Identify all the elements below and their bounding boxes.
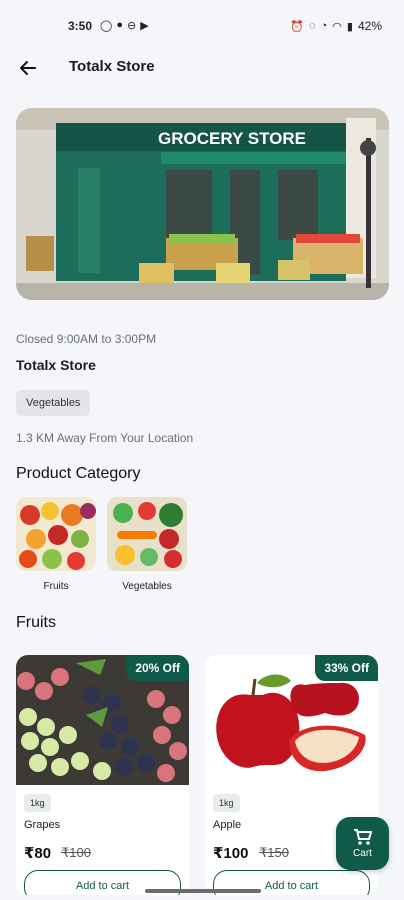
category-label-fruits: Fruits bbox=[43, 581, 69, 592]
youtube-icon: ▶ bbox=[140, 20, 149, 32]
status-time: 3:50 bbox=[68, 19, 93, 33]
volte-icon: ◔ bbox=[320, 20, 328, 32]
battery-level: 42% bbox=[357, 19, 382, 33]
sync-icon: ⊖ bbox=[126, 20, 137, 32]
status-bar: 3:50 ◯ ● ⊖ ▶ ⏰ ◌ ◔ ◠ ▮ 42% bbox=[0, 0, 404, 50]
category-vegetables[interactable]: Vegetables bbox=[107, 497, 187, 592]
product-unit: 1kg bbox=[213, 794, 240, 812]
chat-icon: ● bbox=[116, 19, 123, 31]
signal-icon: ▮ bbox=[346, 20, 353, 33]
product-card-grapes[interactable]: 20% Off 1kg Grapes ₹80 ₹100 Add to cart bbox=[16, 655, 189, 895]
discount-badge: 20% Off bbox=[126, 655, 189, 681]
home-indicator bbox=[145, 889, 261, 893]
alarm-icon: ⏰ bbox=[290, 20, 305, 33]
grapes-image: 20% Off bbox=[16, 655, 189, 785]
store-sign: GROCERY STORE bbox=[158, 129, 306, 148]
back-button[interactable] bbox=[14, 54, 42, 82]
store-distance: 1.3 KM Away From Your Location bbox=[16, 431, 194, 445]
whatsapp-icon: ◯ bbox=[100, 20, 113, 32]
product-unit: 1kg bbox=[24, 794, 51, 812]
status-right: ⏰ ◌ ◔ ◠ ▮ 42% bbox=[290, 19, 382, 33]
wifi-icon: ◠ bbox=[332, 20, 342, 33]
product-name: Apple bbox=[213, 819, 242, 831]
product-price: ₹80 bbox=[24, 845, 52, 862]
cart-button[interactable]: Cart bbox=[336, 817, 389, 870]
status-left-icons: ◯ ● ⊖ ▶ bbox=[100, 19, 149, 32]
store-name: Totalx Store bbox=[16, 357, 96, 373]
category-fruits[interactable]: Fruits bbox=[16, 497, 96, 592]
cart-icon bbox=[353, 829, 372, 845]
vegetables-category-image[interactable] bbox=[107, 497, 187, 571]
discount-badge: 33% Off bbox=[315, 655, 378, 681]
arrow-left-icon bbox=[20, 61, 36, 75]
page-title: Totalx Store bbox=[69, 58, 155, 75]
apple-image: 33% Off bbox=[205, 655, 378, 785]
fruits-section-title: Fruits bbox=[16, 614, 56, 631]
app-bar: Totalx Store bbox=[0, 50, 404, 84]
fruits-category-image[interactable] bbox=[16, 497, 96, 571]
store-hours: Closed 9:00AM to 3:00PM bbox=[16, 332, 157, 346]
store-hero-image: GROCERY STORE bbox=[16, 108, 389, 300]
product-price: ₹100 bbox=[213, 845, 249, 862]
product-mrp: ₹100 bbox=[61, 845, 91, 860]
product-category-title: Product Category bbox=[16, 465, 141, 482]
store-tag: Vegetables bbox=[16, 390, 91, 416]
cart-label: Cart bbox=[353, 848, 372, 859]
product-name: Grapes bbox=[24, 819, 61, 831]
product-mrp: ₹150 bbox=[259, 845, 289, 860]
mute-icon: ◌ bbox=[309, 20, 316, 32]
category-label-vegetables: Vegetables bbox=[122, 581, 172, 592]
